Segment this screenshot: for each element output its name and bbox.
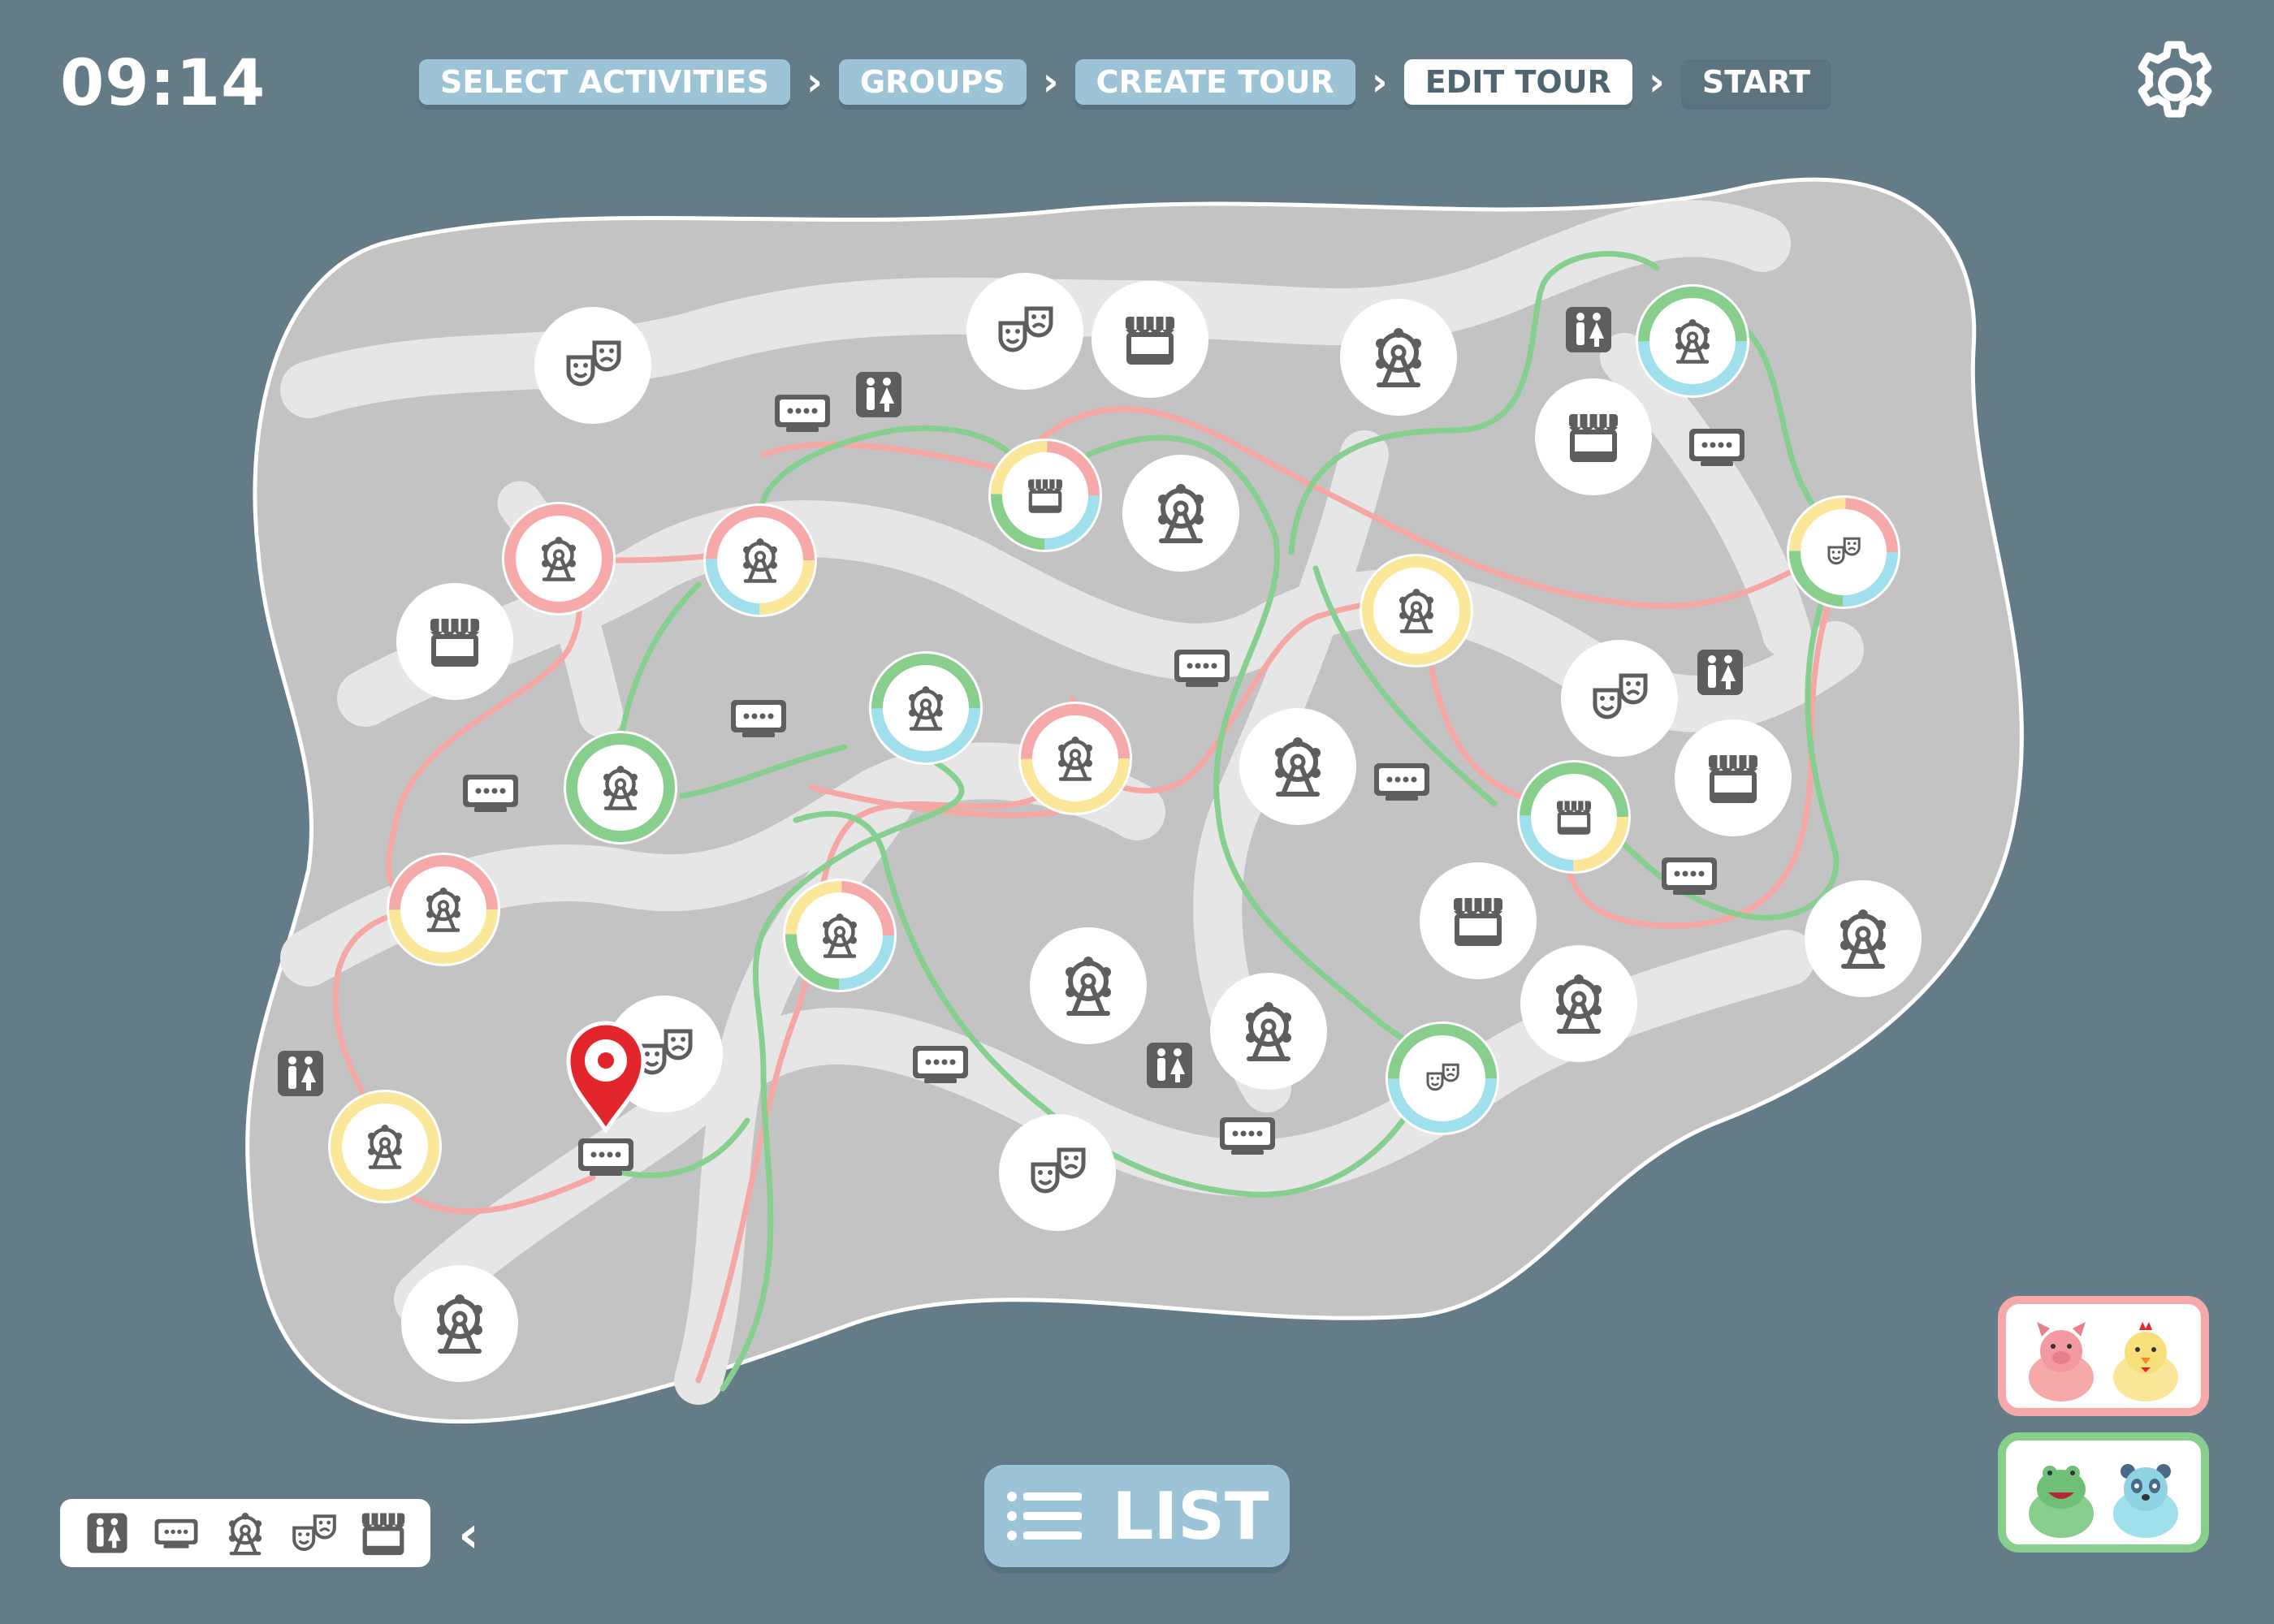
group-card-pink-yellow[interactable] bbox=[1998, 1296, 2209, 1416]
activity-ride[interactable] bbox=[1122, 455, 1239, 572]
tour-stop[interactable] bbox=[869, 651, 983, 765]
pig-avatar bbox=[2025, 1322, 2097, 1405]
restroom-icon[interactable] bbox=[1566, 307, 1611, 352]
list-button-label: LIST bbox=[1112, 1478, 1269, 1554]
activity-ride[interactable] bbox=[1340, 299, 1457, 416]
list-button[interactable]: LIST bbox=[984, 1465, 1290, 1567]
activity-ride[interactable] bbox=[1239, 708, 1356, 825]
info-board-icon[interactable] bbox=[1689, 429, 1744, 466]
restroom-icon[interactable] bbox=[1697, 650, 1743, 695]
info-board-icon[interactable] bbox=[578, 1138, 633, 1176]
restroom-icon[interactable] bbox=[84, 1510, 130, 1556]
legend-panel bbox=[60, 1499, 430, 1567]
activity-shop[interactable] bbox=[1420, 862, 1537, 979]
app-screen: 09:14 SELECT ACTIVITIES › GROUPS › CREAT… bbox=[0, 0, 2274, 1624]
tour-stop[interactable] bbox=[1787, 495, 1900, 609]
info-board-icon[interactable] bbox=[1662, 857, 1717, 895]
tour-stop[interactable] bbox=[1360, 554, 1473, 667]
activity-theater[interactable] bbox=[1561, 640, 1678, 757]
tour-stop[interactable] bbox=[1636, 284, 1749, 398]
info-board-icon[interactable] bbox=[731, 700, 786, 737]
info-board-icon[interactable] bbox=[775, 395, 830, 432]
activity-ride[interactable] bbox=[1030, 927, 1147, 1044]
tour-stop[interactable] bbox=[387, 853, 500, 966]
restroom-icon[interactable] bbox=[856, 372, 901, 417]
activity-shop[interactable] bbox=[1535, 378, 1652, 495]
theater-masks-icon[interactable] bbox=[292, 1510, 337, 1556]
chick-avatar bbox=[2110, 1322, 2181, 1405]
restroom-icon[interactable] bbox=[1147, 1043, 1192, 1088]
frog-avatar bbox=[2025, 1466, 2097, 1541]
ferris-wheel-icon[interactable] bbox=[223, 1510, 268, 1556]
tour-stop[interactable] bbox=[703, 503, 817, 617]
info-board-icon[interactable] bbox=[913, 1046, 968, 1083]
info-board-icon[interactable] bbox=[1174, 650, 1230, 687]
tour-stop[interactable] bbox=[783, 879, 897, 992]
tour-stop[interactable] bbox=[328, 1090, 442, 1203]
tour-stop[interactable] bbox=[1386, 1021, 1499, 1135]
panda-avatar bbox=[2110, 1464, 2181, 1541]
tour-stop[interactable] bbox=[988, 438, 1102, 552]
activity-theater[interactable] bbox=[999, 1114, 1116, 1231]
activity-ride[interactable] bbox=[1805, 880, 1922, 997]
activity-ride[interactable] bbox=[1520, 945, 1637, 1062]
activity-ride[interactable] bbox=[401, 1265, 518, 1382]
park-map[interactable] bbox=[0, 0, 2274, 1624]
tour-stop[interactable] bbox=[564, 731, 677, 844]
restroom-icon[interactable] bbox=[278, 1051, 323, 1096]
activity-theater[interactable] bbox=[534, 307, 651, 424]
tour-stop[interactable] bbox=[502, 502, 616, 615]
activity-theater[interactable] bbox=[966, 273, 1083, 390]
tour-stop[interactable] bbox=[1517, 760, 1631, 874]
info-board-icon[interactable] bbox=[153, 1510, 199, 1556]
info-board-icon[interactable] bbox=[1374, 763, 1429, 801]
activity-shop[interactable] bbox=[396, 583, 513, 700]
activity-shop[interactable] bbox=[1675, 719, 1792, 836]
tour-stop[interactable] bbox=[1018, 702, 1132, 815]
activity-ride[interactable] bbox=[1210, 973, 1327, 1090]
info-board-icon[interactable] bbox=[463, 775, 518, 812]
list-icon bbox=[1006, 1492, 1082, 1540]
shop-stall-icon[interactable] bbox=[361, 1510, 406, 1556]
chevron-left-icon[interactable]: ‹ bbox=[448, 1505, 489, 1564]
info-board-icon[interactable] bbox=[1220, 1117, 1275, 1155]
group-card-green-cyan[interactable] bbox=[1998, 1432, 2209, 1553]
activity-shop[interactable] bbox=[1092, 281, 1208, 398]
